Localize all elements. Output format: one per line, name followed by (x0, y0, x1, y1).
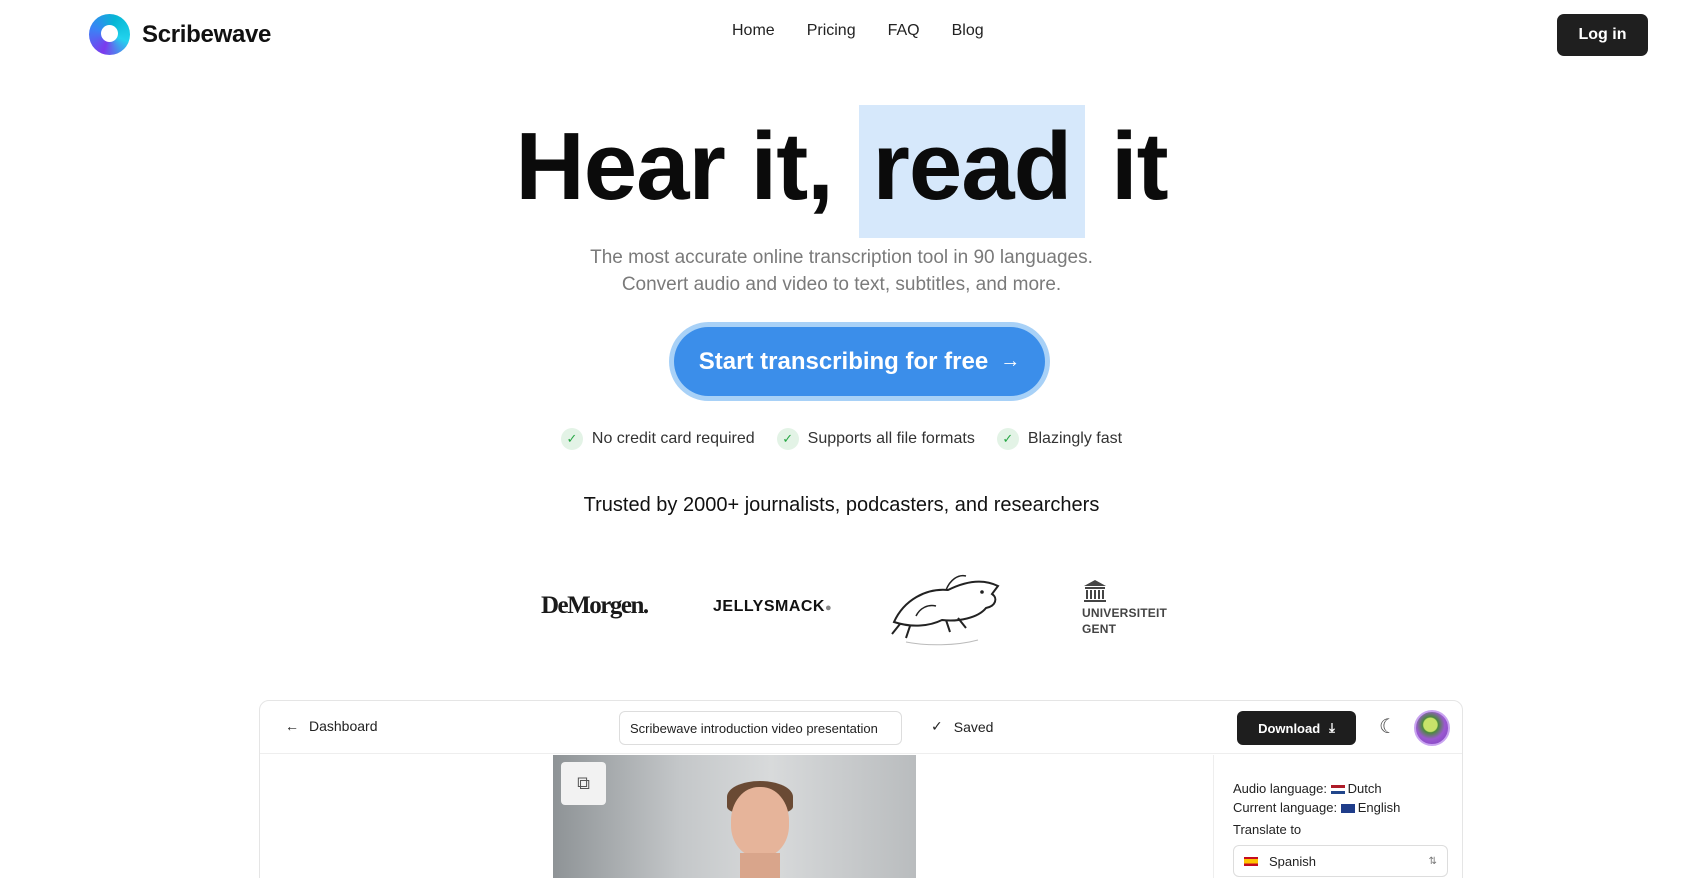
nav-home-link[interactable]: Home (732, 22, 775, 40)
translate-to-label: Translate to (1233, 822, 1302, 837)
login-button[interactable]: Log in (1557, 14, 1648, 56)
app-preview: ← Dashboard Scribewave introduction vide… (259, 700, 1463, 878)
scribewave-logo-icon (89, 14, 130, 55)
download-label: Download (1258, 720, 1321, 736)
video-person-neck (740, 853, 780, 878)
editor-toolbar: ← Dashboard Scribewave introduction vide… (260, 701, 1462, 754)
ugent-logo: UNIVERSITEIT GENT (1082, 578, 1167, 636)
translate-language-select[interactable]: Spanish ⇅ (1233, 845, 1448, 877)
ugent-line1: UNIVERSITEIT (1082, 606, 1168, 620)
site-header: Scribewave Home Pricing FAQ Blog Log in (0, 0, 1683, 70)
video-person-face (731, 787, 789, 857)
hero-title-part1: Hear it, (515, 113, 833, 220)
audio-language-label: Audio language: (1233, 781, 1327, 796)
audio-language-row: Audio language: Dutch (1233, 779, 1462, 798)
dutch-flag-icon (1330, 785, 1345, 795)
transcript-title-input[interactable]: Scribewave introduction video presentati… (619, 711, 902, 745)
hero-subtitle-line1: The most accurate online transcription t… (590, 247, 1093, 268)
jellysmack-mark-icon: ● (824, 602, 833, 614)
chevron-updown-icon: ⇅ (1428, 855, 1437, 867)
moon-icon[interactable]: ☾ (1379, 714, 1397, 739)
cta-label: Start transcribing for free (698, 347, 989, 375)
brand-logo[interactable]: Scribewave (89, 14, 271, 55)
saved-label: Saved (953, 718, 994, 735)
nav-pricing-link[interactable]: Pricing (807, 22, 856, 40)
audio-language-value: Dutch (1347, 781, 1382, 796)
nav-blog-link[interactable]: Blog (952, 22, 984, 40)
arrow-left-icon: ← (285, 718, 299, 734)
back-to-dashboard-link[interactable]: ← Dashboard (285, 718, 378, 734)
start-transcribing-button[interactable]: Start transcribing for free → (674, 327, 1045, 396)
hero-subtitle: The most accurate online transcription t… (0, 244, 1683, 298)
feature-label: Blazingly fast (1027, 430, 1123, 447)
hero-title-part2: it (1110, 113, 1169, 220)
check-icon: ✓ (560, 428, 583, 450)
feature-list: ✓ No credit card required ✓ Supports all… (0, 428, 1683, 450)
customer-logos: DeMorgen. JELLYSMACK● UNIVERSITEIT GENT (0, 560, 1683, 660)
check-icon: ✓ (996, 428, 1019, 450)
user-avatar[interactable] (1414, 710, 1450, 746)
cast-icon[interactable]: ⧉ (561, 762, 606, 805)
main-nav: Home Pricing FAQ Blog (732, 22, 984, 40)
feature-item: ✓ Blazingly fast (996, 428, 1123, 450)
jellysmack-logo: JELLYSMACK● (713, 598, 832, 616)
demorgen-logo: DeMorgen. (541, 592, 649, 619)
current-language-value: English (1357, 800, 1401, 815)
uk-flag-icon (1340, 804, 1355, 814)
feature-item: ✓ Supports all file formats (776, 428, 975, 450)
boar-illustration-logo (886, 560, 1006, 657)
feature-label: Supports all file formats (807, 430, 975, 447)
checkmark-icon: ✓ (931, 718, 943, 734)
jellysmack-logo-text: JELLYSMACK (713, 598, 825, 615)
spain-flag-icon (1244, 856, 1258, 866)
nav-faq-link[interactable]: FAQ (888, 22, 920, 40)
download-button[interactable]: Download ⤓ (1237, 711, 1356, 745)
saved-status: ✓ Saved (931, 718, 993, 735)
university-building-icon (1084, 580, 1106, 602)
current-language-row: Current language: English (1233, 798, 1462, 817)
hero-title: Hear it, read it (0, 105, 1683, 238)
feature-item: ✓ No credit card required (560, 428, 755, 450)
trusted-by-text: Trusted by 2000+ journalists, podcasters… (583, 494, 1100, 516)
hero-subtitle-line2: Convert audio and video to text, subtitl… (621, 274, 1062, 295)
brand-name: Scribewave (142, 20, 272, 48)
check-icon: ✓ (776, 428, 799, 450)
video-player[interactable]: ⧉ (553, 755, 916, 878)
arrow-right-icon: → (1000, 350, 1021, 372)
feature-label: No credit card required (591, 430, 755, 447)
language-panel: Audio language: Dutch Current language: … (1213, 755, 1462, 878)
translate-language-value: Spanish (1269, 853, 1316, 869)
ugent-line2: GENT (1082, 622, 1117, 636)
current-language-label: Current language: (1233, 800, 1338, 815)
hero-title-highlight: read (858, 105, 1086, 238)
download-icon: ⤓ (1329, 720, 1335, 735)
back-label: Dashboard (309, 718, 378, 734)
